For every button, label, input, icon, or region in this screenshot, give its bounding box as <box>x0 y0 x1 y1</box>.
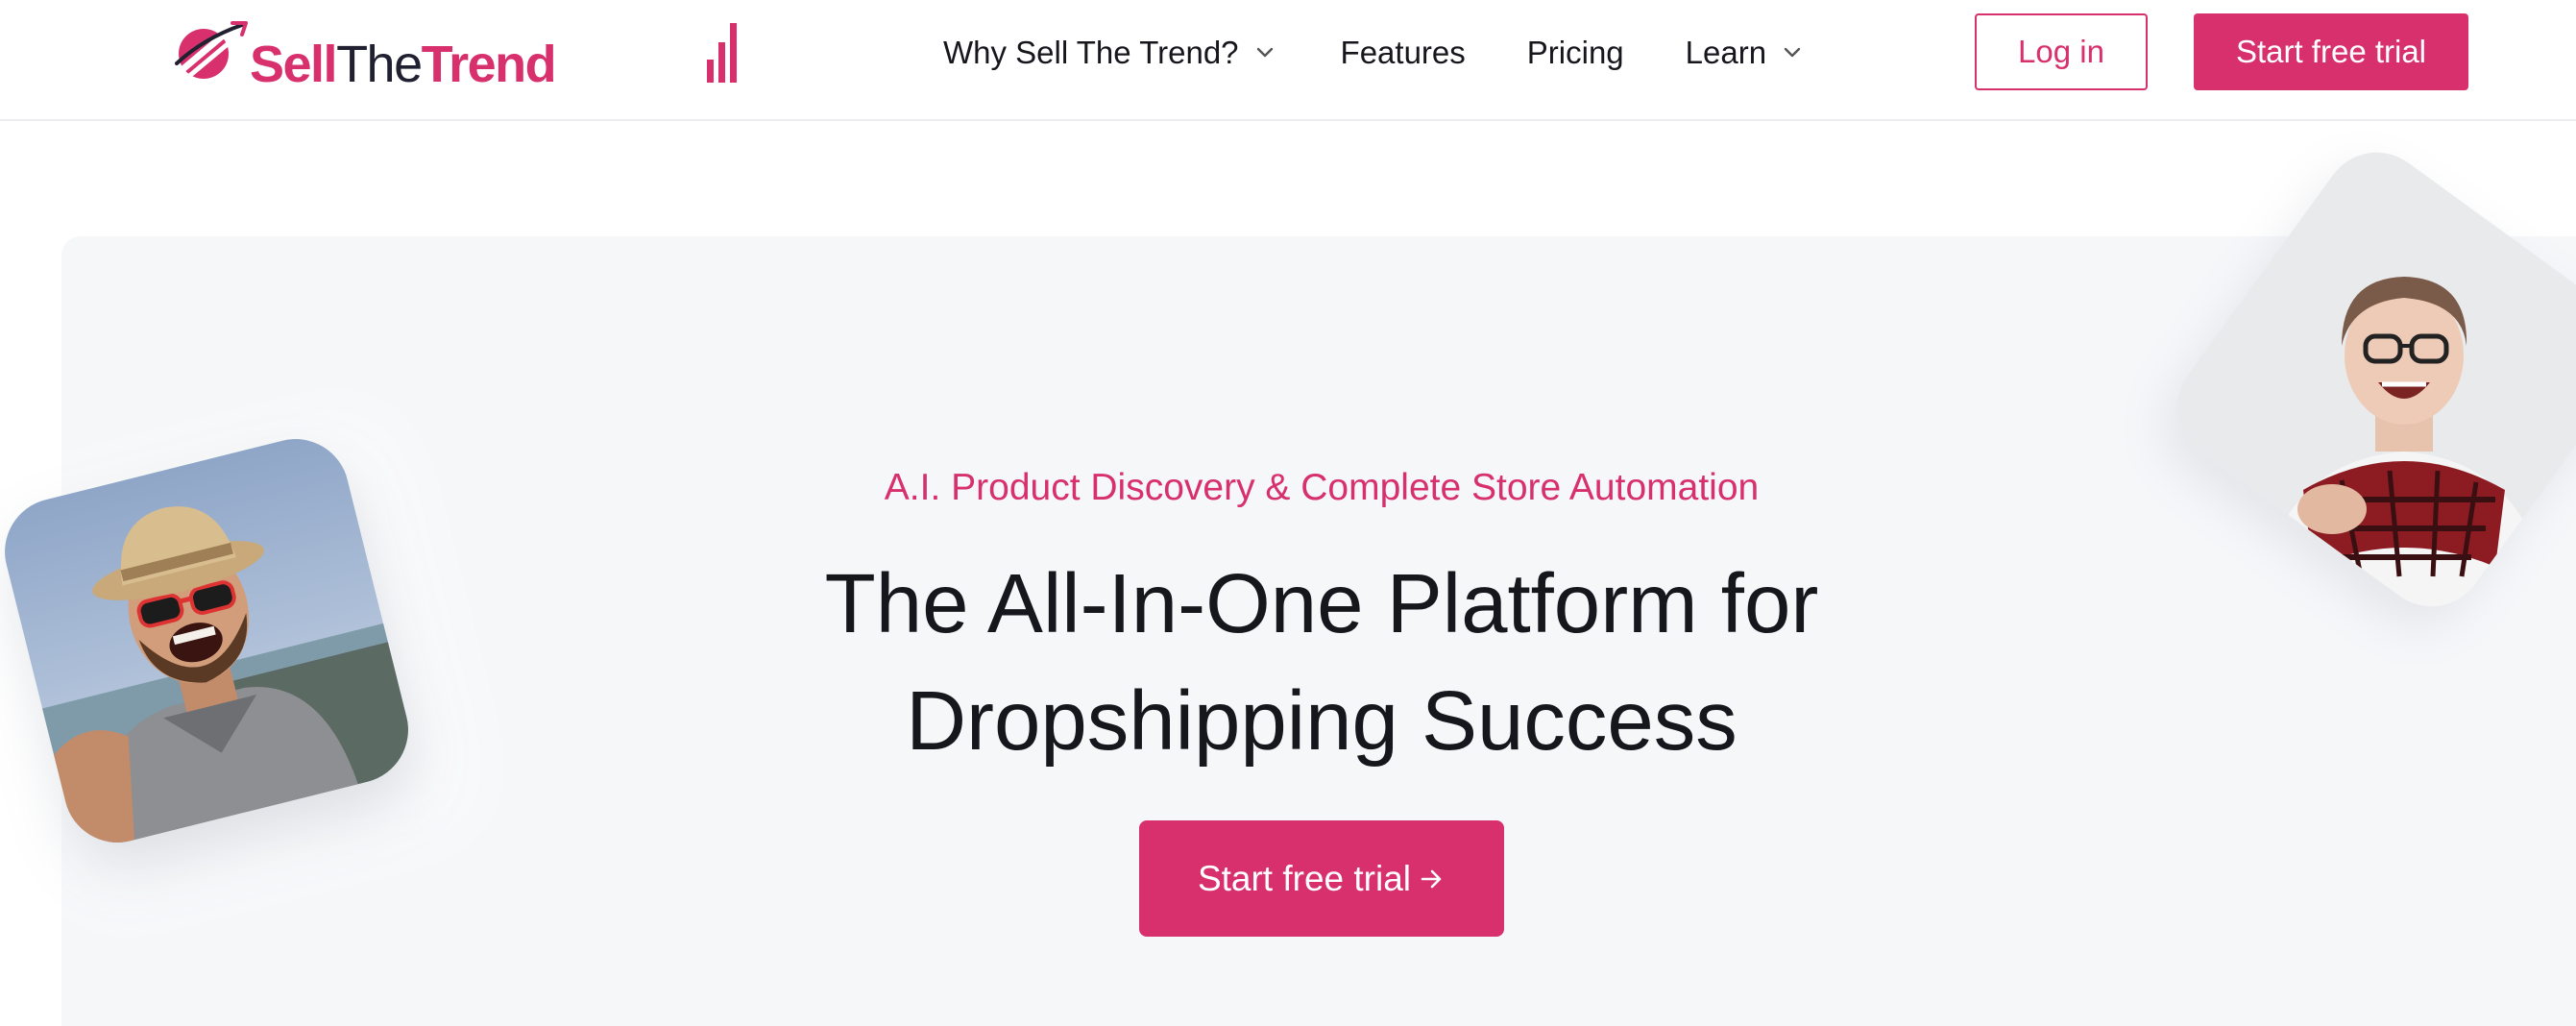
nav-why-sell-the-trend[interactable]: Why Sell The Trend? <box>943 29 1276 77</box>
main-nav: Why Sell The Trend? Features Pricing Lea… <box>943 29 1803 77</box>
bar-chart-icon <box>707 23 737 83</box>
planet-orbit-icon <box>175 21 248 80</box>
nav-learn[interactable]: Learn <box>1686 29 1803 77</box>
arrow-right-icon <box>1421 869 1442 888</box>
brand-name-sell: Sell <box>250 36 338 93</box>
cta-label: Start free trial <box>1197 858 1412 898</box>
login-button[interactable]: Log in <box>1975 13 2148 90</box>
start-free-trial-header-button[interactable]: Start free trial <box>2194 13 2468 90</box>
nav-label: Why Sell The Trend? <box>943 35 1239 70</box>
landing-page: SellTheTrend Why Sell The Trend? Feature… <box>0 0 2576 1026</box>
start-free-trial-hero-button[interactable]: Start free trial <box>1139 820 1504 937</box>
nav-label: Features <box>1340 35 1466 70</box>
brand-name-trend: Trend <box>421 36 557 93</box>
site-header: SellTheTrend Why Sell The Trend? Feature… <box>0 0 2576 121</box>
nav-label: Pricing <box>1526 35 1624 70</box>
brand-logo[interactable]: SellTheTrend <box>175 21 737 93</box>
nav-features[interactable]: Features <box>1341 29 1466 77</box>
nav-label: Learn <box>1685 35 1767 70</box>
chevron-down-icon <box>1256 47 1273 58</box>
brand-name-the: The <box>336 36 423 93</box>
brand-wordmark: SellTheTrend <box>250 31 557 98</box>
chevron-down-icon <box>1784 47 1801 58</box>
nav-pricing[interactable]: Pricing <box>1527 29 1624 77</box>
